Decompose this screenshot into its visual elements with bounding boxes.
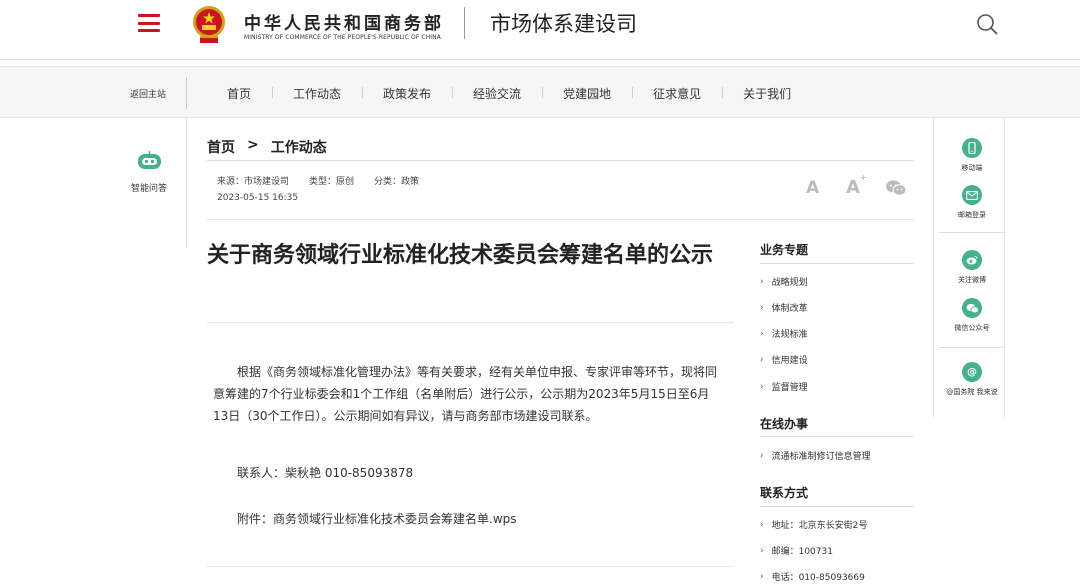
attachment-label: 附件： [237, 512, 274, 526]
topic-label: 体制改革 [771, 304, 808, 314]
article-attachment: 附件：商务领域行业标准化技术委员会筹建名单.wps [237, 510, 517, 527]
online-service-label: 流通标准制修订信息管理 [771, 452, 871, 462]
contact-label: 地址：北京东长安街2号 [771, 521, 868, 531]
topic-item[interactable]: › 监督管理 [760, 380, 808, 394]
back-home-link[interactable]: 返回主站 [130, 87, 166, 100]
wechat-account-link[interactable]: 微信公众号 [939, 298, 1005, 333]
share-panel-divider [939, 347, 1005, 348]
online-services-heading: 在线办事 [760, 417, 809, 431]
topic-label: 战略规划 [771, 278, 808, 288]
font-decrease-button[interactable]: A [806, 178, 819, 198]
mobile-label: 移动端 [961, 164, 983, 172]
site-header: 中华人民共和国商务部 MINISTRY OF COMMERCE OF THE P… [0, 0, 1080, 60]
weibo-icon [962, 250, 982, 270]
contact-heading: 联系方式 [760, 486, 809, 500]
article-title: 关于商务领域行业标准化技术委员会筹建名单的公示 [207, 243, 714, 268]
article-paragraph: 根据《商务领域标准化管理办法》等有关要求，经有关单位申报、专家评审等环节，现将同… [213, 365, 718, 423]
topic-item[interactable]: › 战略规划 [760, 275, 808, 289]
header-divider [464, 7, 465, 39]
topic-label: 信用建设 [771, 356, 808, 366]
breadcrumb-separator: > [247, 137, 259, 153]
search-icon[interactable] [976, 13, 998, 35]
contact-label: 电话：010-85093669 [771, 573, 865, 583]
font-increase-button[interactable]: A+ [846, 173, 867, 198]
menu-icon[interactable] [138, 14, 160, 32]
topics-divider [760, 263, 914, 264]
wechat-share-icon[interactable] [885, 179, 907, 197]
nav-item-experience[interactable]: 经验交流 [452, 85, 542, 102]
at-icon: @ [962, 362, 982, 382]
nav-item-home[interactable]: 首页 [206, 85, 272, 102]
font-increase-mark: + [859, 173, 867, 182]
state-council-label: @国务院 我来说 [946, 388, 998, 396]
mail-icon [962, 185, 982, 205]
state-council-link[interactable]: @ @国务院 我来说 [939, 362, 1005, 397]
nav-item-work-news[interactable]: 工作动态 [272, 85, 362, 102]
robot-icon[interactable] [136, 150, 163, 172]
contact-item: › 地址：北京东长安街2号 [760, 518, 868, 532]
attachment-link[interactable]: 商务领域行业标准化技术委员会筹建名单.wps [273, 512, 517, 526]
font-increase-letter: A [846, 177, 860, 198]
chevron-right-icon: › [760, 302, 764, 313]
meta-source: 来源：市场建设司 [217, 177, 290, 187]
mobile-icon [962, 138, 982, 158]
chevron-right-icon: › [760, 276, 764, 287]
weibo-link[interactable]: 关注微博 [939, 250, 1005, 285]
wechat-icon [962, 298, 982, 318]
breadcrumb: 首页 > 工作动态 [207, 137, 327, 157]
meta-type: 类型：原创 [309, 177, 355, 187]
contact-item: › 邮编：100731 [760, 544, 833, 558]
smart-qa-label[interactable]: 智能问答 [131, 181, 167, 194]
breadcrumb-current[interactable]: 工作动态 [271, 137, 327, 157]
nav-divider [186, 77, 187, 109]
chevron-right-icon: › [760, 328, 764, 339]
meta-date: 2023-05-15 16:35 [217, 193, 299, 203]
ministry-name-english: MINISTRY OF COMMERCE OF THE PEOPLE'S REP… [244, 34, 441, 41]
article-meta: 来源：市场建设司 类型：原创 分类：政策 [217, 174, 419, 187]
nav-item-feedback[interactable]: 征求意见 [632, 85, 722, 102]
contact-label: 邮编：100731 [771, 547, 833, 557]
breadcrumb-home[interactable]: 首页 [207, 137, 235, 157]
topic-item[interactable]: › 信用建设 [760, 353, 808, 367]
topic-label: 监督管理 [771, 383, 808, 393]
title-divider [207, 322, 734, 323]
main-nav: 返回主站 首页 工作动态 政策发布 经验交流 党建园地 征求意见 关于我们 [0, 66, 1080, 118]
topics-heading: 业务专题 [760, 243, 809, 257]
topic-label: 法规标准 [771, 330, 808, 340]
topic-item[interactable]: › 法规标准 [760, 327, 808, 341]
article-bottom-divider [207, 566, 734, 567]
breadcrumb-divider [207, 160, 914, 161]
national-emblem-icon[interactable] [191, 5, 227, 45]
nav-item-policy[interactable]: 政策发布 [362, 85, 452, 102]
mail-label: 邮箱登录 [958, 211, 986, 219]
mobile-link[interactable]: 移动端 [939, 138, 1005, 173]
chevron-right-icon: › [760, 571, 764, 582]
chevron-right-icon: › [760, 450, 764, 461]
chevron-right-icon: › [760, 354, 764, 365]
wechat-label: 微信公众号 [954, 324, 990, 332]
contact-item: › 电话：010-85093669 [760, 570, 865, 584]
online-divider [760, 436, 914, 437]
mail-login-link[interactable]: 邮箱登录 [939, 185, 1005, 220]
online-service-item[interactable]: › 流通标准制修订信息管理 [760, 449, 871, 463]
article-contact: 联系人：柴秋艳 010-85093878 [237, 466, 414, 480]
nav-item-about[interactable]: 关于我们 [722, 85, 812, 102]
nav-items: 首页 工作动态 政策发布 经验交流 党建园地 征求意见 关于我们 [206, 67, 812, 119]
meta-divider [207, 219, 914, 220]
contact-divider [760, 506, 914, 507]
chevron-right-icon: › [760, 381, 764, 392]
meta-category: 分类：政策 [374, 177, 420, 187]
ministry-name: 中华人民共和国商务部 [244, 14, 444, 34]
site-title[interactable]: 市场体系建设司 [490, 8, 637, 38]
weibo-label: 关注微博 [958, 276, 986, 284]
nav-item-party[interactable]: 党建园地 [542, 85, 632, 102]
share-panel-divider [939, 232, 1005, 233]
chevron-right-icon: › [760, 545, 764, 556]
topic-item[interactable]: › 体制改革 [760, 301, 808, 315]
chevron-right-icon: › [760, 519, 764, 530]
